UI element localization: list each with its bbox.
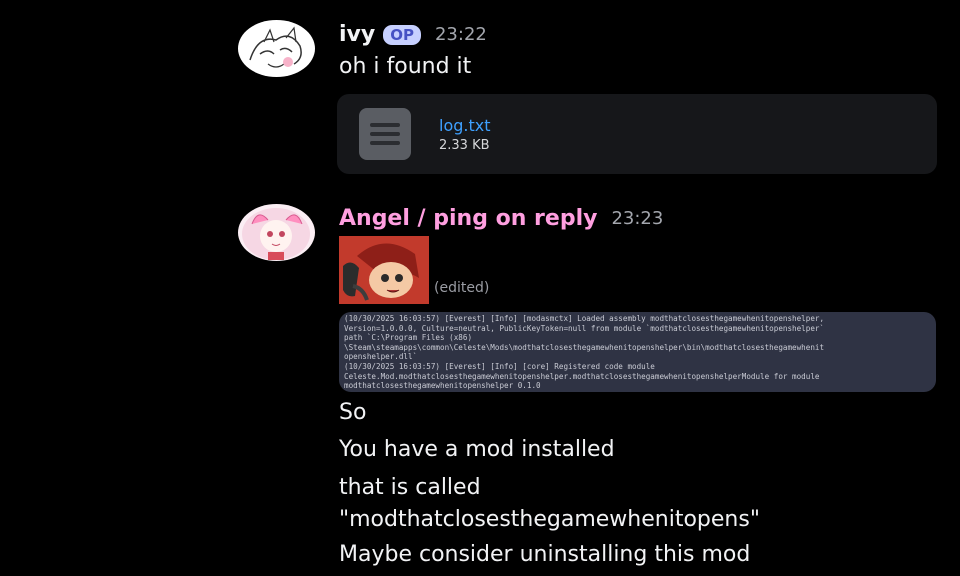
message-header: Angel / ping on reply 23:23 <box>339 206 663 231</box>
sticker-drawing <box>339 236 429 304</box>
log-line: Celeste.Mod.modthatclosesthegamewhenitop… <box>344 371 820 381</box>
timestamp[interactable]: 23:23 <box>611 208 663 229</box>
message-text: oh i found it <box>339 54 472 79</box>
edited-label: (edited) <box>434 280 490 296</box>
message-text: You have a mod installed <box>339 437 615 462</box>
avatar-drawing <box>249 26 302 68</box>
author-name[interactable]: ivy <box>339 22 375 47</box>
log-line: (10/30/2025 16:03:57) [Everest] [Info] [… <box>344 361 655 371</box>
message-text: "modthatclosesthegamewhenitopens" <box>339 507 760 532</box>
log-screenshot-image[interactable]: (10/30/2025 16:03:57) [Everest] [Info] [… <box>339 312 936 392</box>
log-line: Version=1.0.0.0, Culture=neutral, Public… <box>344 323 825 333</box>
message-text: Maybe consider uninstalling this mod <box>339 542 751 567</box>
attachment-size: 2.33 KB <box>439 138 490 153</box>
message-text: that is called <box>339 475 481 500</box>
message-header: ivy OP 23:22 <box>339 22 487 47</box>
log-line: (10/30/2025 16:03:57) [Everest] [Info] [… <box>344 314 825 323</box>
message-text: So <box>339 400 367 425</box>
avatar[interactable] <box>238 204 315 261</box>
log-line: \Steam\steamapps\common\Celeste\Mods\mod… <box>344 342 825 352</box>
log-line: modthatclosesthegamewhenitopenshelper 0.… <box>344 381 541 391</box>
log-line: openshelper.dll` <box>344 352 418 362</box>
log-text: (10/30/2025 16:03:57) [Everest] [Info] [… <box>339 312 936 391</box>
sticker-image[interactable] <box>339 236 429 304</box>
file-attachment[interactable]: log.txt 2.33 KB <box>337 94 937 174</box>
log-line: path `C:\Program Files (x86) <box>344 333 473 343</box>
file-text-icon <box>359 108 411 160</box>
attachment-filename[interactable]: log.txt <box>439 116 491 135</box>
op-badge: OP <box>383 24 421 45</box>
author-name[interactable]: Angel / ping on reply <box>339 206 597 231</box>
avatar[interactable] <box>238 20 315 77</box>
avatar-drawing <box>242 208 310 260</box>
timestamp[interactable]: 23:22 <box>435 24 487 45</box>
